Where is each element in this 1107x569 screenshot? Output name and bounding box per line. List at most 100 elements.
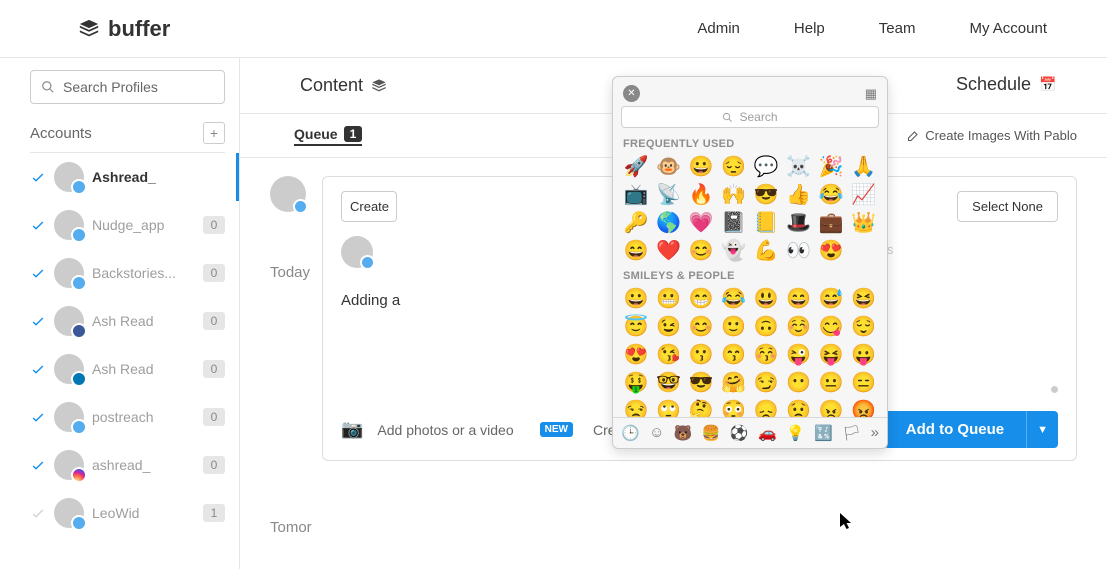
emoji-item[interactable]: 🔑: [621, 210, 652, 236]
emoji-item[interactable]: 📒: [751, 210, 782, 236]
emoji-item[interactable]: 🙃: [751, 314, 782, 340]
emoji-item[interactable]: 🙏: [849, 154, 880, 180]
emoji-item[interactable]: 🤗: [719, 370, 750, 396]
emoji-category[interactable]: 🍔: [702, 424, 721, 442]
emoji-item[interactable]: ☺️: [784, 314, 815, 340]
emoji-item[interactable]: 😐: [816, 370, 847, 396]
pablo-link[interactable]: Create Images With Pablo: [907, 128, 1077, 143]
sidebar-account-postreach[interactable]: postreach0: [30, 393, 225, 441]
emoji-item[interactable]: 😍: [621, 342, 652, 368]
emoji-item[interactable]: 😘: [654, 342, 685, 368]
emoji-item[interactable]: 🎩: [784, 210, 815, 236]
emoji-item[interactable]: 😝: [816, 342, 847, 368]
emoji-item[interactable]: 📈: [849, 182, 880, 208]
emoji-item[interactable]: 😆: [849, 286, 880, 312]
emoji-item[interactable]: 🤔: [686, 398, 717, 417]
emoji-item[interactable]: 🤓: [654, 370, 685, 396]
emoji-item[interactable]: 😊: [686, 238, 717, 264]
emoji-category[interactable]: 🔣: [814, 424, 833, 442]
nav-admin[interactable]: Admin: [697, 20, 740, 37]
emoji-item[interactable]: 😃: [751, 286, 782, 312]
emoji-item[interactable]: 😁: [686, 286, 717, 312]
nav-myaccount[interactable]: My Account: [969, 20, 1047, 37]
subtab-queue[interactable]: Queue 1: [294, 126, 362, 146]
emoji-item[interactable]: 💬: [751, 154, 782, 180]
emoji-item[interactable]: 🙄: [654, 398, 685, 417]
emoji-item[interactable]: 🚀: [621, 154, 652, 180]
sidebar-account-leowid[interactable]: LeoWid1: [30, 489, 225, 537]
emoji-item[interactable]: 😞: [751, 398, 782, 417]
emoji-item[interactable]: 😟: [784, 398, 815, 417]
tab-schedule[interactable]: Schedule 📅: [950, 74, 1063, 95]
emoji-item[interactable]: 😏: [751, 370, 782, 396]
sidebar-account-nudge-app[interactable]: Nudge_app0: [30, 201, 225, 249]
sidebar-account-ashread-[interactable]: ashread_0: [30, 441, 225, 489]
emoji-item[interactable]: 😚: [751, 342, 782, 368]
emoji-item[interactable]: 😳: [719, 398, 750, 417]
emoji-item[interactable]: 📡: [654, 182, 685, 208]
emoji-item[interactable]: 😄: [784, 286, 815, 312]
brand-logo[interactable]: buffer: [78, 16, 170, 42]
emoji-category[interactable]: ☺: [649, 424, 664, 442]
emoji-item[interactable]: ☠️: [784, 154, 815, 180]
emoji-item[interactable]: 👀: [784, 238, 815, 264]
emoji-item[interactable]: 😬: [654, 286, 685, 312]
emoji-item[interactable]: 📓: [719, 210, 750, 236]
emoji-item[interactable]: 🙂: [719, 314, 750, 340]
sidebar-account-backstories-[interactable]: Backstories...0: [30, 249, 225, 297]
add-photos-link[interactable]: Add photos or a video: [377, 422, 513, 438]
search-profiles-input[interactable]: Search Profiles: [30, 70, 225, 104]
emoji-item[interactable]: 😅: [816, 286, 847, 312]
emoji-item[interactable]: 😛: [849, 342, 880, 368]
sidebar-account-ash-read[interactable]: Ash Read0: [30, 297, 225, 345]
emoji-item[interactable]: 👻: [719, 238, 750, 264]
emoji-item[interactable]: 😑: [849, 370, 880, 396]
emoji-item[interactable]: 😎: [751, 182, 782, 208]
create-power-button[interactable]: Create: [341, 191, 397, 222]
add-to-queue-dropdown[interactable]: ▼: [1026, 411, 1058, 448]
emoji-category[interactable]: 💡: [786, 424, 805, 442]
sidebar-account-ashread-[interactable]: Ashread_: [30, 153, 225, 201]
emoji-search-input[interactable]: Search: [621, 106, 879, 128]
emoji-item[interactable]: 📺: [621, 182, 652, 208]
camera-icon[interactable]: 📷: [341, 419, 363, 440]
emoji-category[interactable]: 🐻: [674, 424, 693, 442]
emoji-category[interactable]: ⚽: [730, 424, 749, 442]
emoji-item[interactable]: 😂: [816, 182, 847, 208]
sidebar-account-ash-read[interactable]: Ash Read0: [30, 345, 225, 393]
emoji-item[interactable]: 😙: [719, 342, 750, 368]
tab-content[interactable]: Content: [294, 75, 393, 96]
emoji-item[interactable]: 😋: [816, 314, 847, 340]
emoji-category[interactable]: 🚗: [758, 424, 777, 442]
add-to-queue-button[interactable]: Add to Queue: [884, 411, 1026, 448]
emoji-category[interactable]: 🏳: [842, 424, 861, 442]
emoji-item[interactable]: 😔: [719, 154, 750, 180]
add-account-button[interactable]: +: [203, 122, 225, 144]
emoji-item[interactable]: 🔥: [686, 182, 717, 208]
emoji-item[interactable]: 🌎: [654, 210, 685, 236]
emoji-item[interactable]: 😌: [849, 314, 880, 340]
emoji-item[interactable]: 😠: [816, 398, 847, 417]
emoji-item[interactable]: 😎: [686, 370, 717, 396]
emoji-item[interactable]: 😇: [621, 314, 652, 340]
emoji-item[interactable]: 😶: [784, 370, 815, 396]
pager-dot[interactable]: [1051, 386, 1058, 393]
emoji-item[interactable]: 👑: [849, 210, 880, 236]
emoji-item[interactable]: 🤑: [621, 370, 652, 396]
emoji-item[interactable]: 😄: [621, 238, 652, 264]
emoji-item[interactable]: 😡: [849, 398, 880, 417]
emoji-item[interactable]: 🎉: [816, 154, 847, 180]
nav-team[interactable]: Team: [879, 20, 916, 37]
emoji-item[interactable]: 💼: [816, 210, 847, 236]
emoji-item[interactable]: 😉: [654, 314, 685, 340]
emoji-close-button[interactable]: ✕: [623, 85, 640, 102]
emoji-item[interactable]: 😍: [816, 238, 847, 264]
emoji-item[interactable]: 😜: [784, 342, 815, 368]
emoji-item[interactable]: 😀: [621, 286, 652, 312]
select-none-button[interactable]: Select None: [957, 191, 1058, 222]
emoji-item[interactable]: 💪: [751, 238, 782, 264]
emoji-item[interactable]: 😂: [719, 286, 750, 312]
emoji-item[interactable]: 😊: [686, 314, 717, 340]
emoji-item[interactable]: 🙌: [719, 182, 750, 208]
emoji-grid-toggle[interactable]: ▦: [865, 86, 877, 102]
